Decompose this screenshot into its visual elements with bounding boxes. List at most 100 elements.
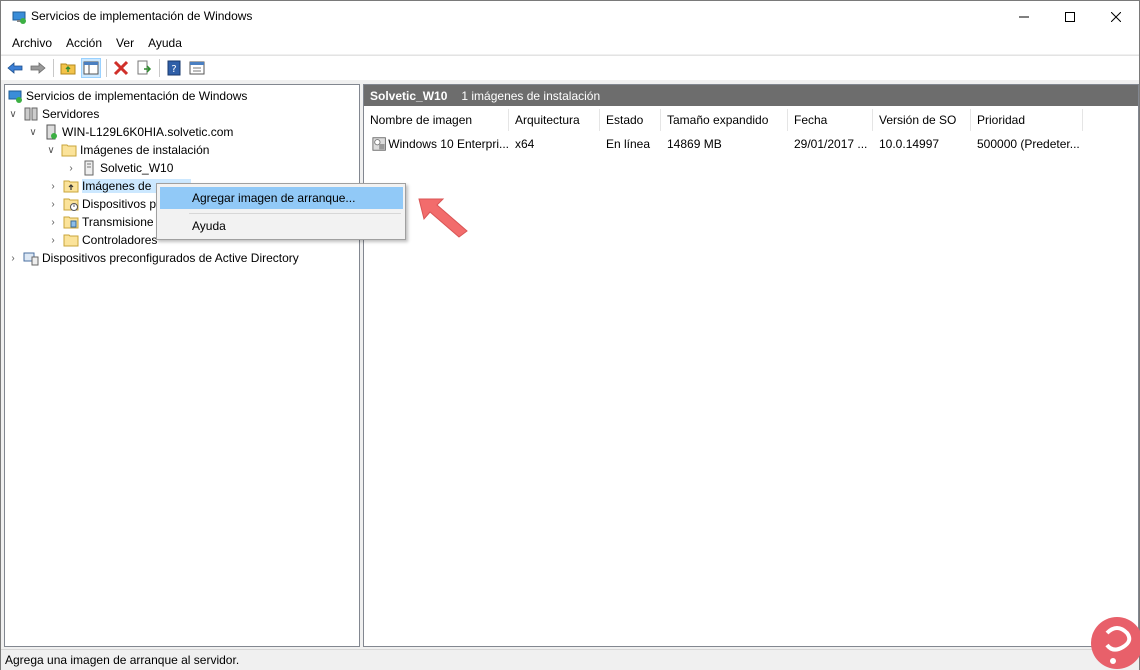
boot-folder-icon [63,180,79,193]
cell-name-text: Windows 10 Enterpri... [388,137,509,151]
results-pane[interactable]: Solvetic_W10 1 imágenes de instalación N… [363,84,1139,647]
svg-text:?: ? [171,64,176,75]
folder-icon [61,144,77,157]
tree-item-label: WIN-L129L6K0HIA.solvetic.com [62,125,234,139]
chevron-right-icon[interactable]: › [47,217,59,228]
context-menu: Agregar imagen de arranque... Ayuda [156,183,406,240]
export-list-icon [137,60,152,75]
menu-separator [189,213,401,214]
results-header: Solvetic_W10 1 imágenes de instalación [364,85,1138,106]
menu-archivo[interactable]: Archivo [5,33,59,53]
menu-accion[interactable]: Acción [59,33,109,53]
console-tree-pane[interactable]: Servicios de implementación de Windows ∨… [4,84,360,647]
install-image-icon [372,137,386,151]
pending-devices-icon [63,198,79,211]
tree-item-label: Imágenes de instalación [80,143,210,157]
tree-item-install-images[interactable]: ∨ Imágenes de instalación [45,141,209,159]
export-button[interactable] [134,58,154,78]
toolbar-separator [159,59,160,77]
cell-date: 29/01/2017 ... [794,137,868,151]
show-tree-button[interactable] [81,58,101,78]
properties-icon [189,61,205,75]
column-header-architecture[interactable]: Arquitectura [509,109,600,131]
multicast-icon [63,216,79,229]
toolbar-separator [53,59,54,77]
window-title: Servicios de implementación de Windows [31,9,253,23]
tree-item-ad-devices[interactable]: › Dispositivos preconfigurados de Active… [7,249,299,267]
delete-button[interactable] [111,58,131,78]
chevron-right-icon[interactable]: › [47,235,59,246]
results-count: 1 imágenes de instalación [461,88,601,103]
help-icon: ? [167,60,181,76]
console-tree-icon [83,61,99,75]
column-header-priority[interactable]: Prioridad [971,109,1083,131]
column-header-name[interactable]: Nombre de imagen [364,109,509,131]
column-header-date[interactable]: Fecha [788,109,873,131]
tree-item-label: Transmisione [82,215,154,229]
tree-item-multicast[interactable]: › Transmisione [47,213,154,231]
annotation-arrow-icon [418,198,468,238]
cell-architecture: x64 [515,137,535,151]
maximize-button[interactable] [1047,1,1093,32]
cell-name: Windows 10 Enterpri... [366,135,509,153]
tree-item-root[interactable]: Servicios de implementación de Windows [7,87,247,105]
servers-icon [24,107,38,121]
up-folder-button[interactable] [58,58,78,78]
forward-button[interactable] [28,58,48,78]
help-button[interactable]: ? [164,58,184,78]
column-header-os-version[interactable]: Versión de SO [873,109,971,131]
column-header-size[interactable]: Tamaño expandido [661,109,788,131]
cell-status: En línea [606,137,651,151]
delete-x-icon [113,60,129,76]
tree-item-pending-devices[interactable]: › Dispositivos p [47,195,156,213]
column-header-status[interactable]: Estado [600,109,661,131]
forward-arrow-icon [30,62,46,74]
server-icon [46,124,57,140]
properties-button[interactable] [187,58,207,78]
back-button[interactable] [5,58,25,78]
tree-item-servers[interactable]: ∨ Servidores [7,105,99,123]
tree-item-label: Controladores [82,233,158,247]
chevron-down-icon[interactable]: ∨ [27,127,39,138]
minimize-button[interactable] [1001,1,1047,32]
toolbar-separator [106,59,107,77]
chevron-right-icon[interactable]: › [47,181,59,192]
status-text: Agrega una imagen de arranque al servido… [5,653,240,667]
chevron-right-icon[interactable]: › [65,163,77,174]
wds-app-icon [12,11,26,24]
tree-item-label: Dispositivos preconfigurados de Active D… [42,251,299,265]
close-icon [1111,11,1121,22]
ad-devices-icon [23,252,39,266]
folder-icon [63,234,79,247]
folder-up-icon [60,63,76,75]
tree-item-solvetic-w10[interactable]: › Solvetic_W10 [65,159,173,177]
menu-bar: Archivo Acción Ver Ayuda [1,32,1139,54]
image-group-icon [84,160,94,176]
chevron-right-icon[interactable]: › [7,253,19,264]
tree-item-label: Servidores [42,107,100,121]
maximize-icon [1065,11,1075,22]
title-bar: Servicios de implementación de Windows [1,1,1139,32]
status-bar: Agrega una imagen de arranque al servido… [1,649,1139,670]
chevron-right-icon[interactable]: › [47,199,59,210]
menu-ayuda[interactable]: Ayuda [141,33,189,53]
results-group-name: Solvetic_W10 [370,88,448,103]
chevron-down-icon[interactable]: ∨ [45,145,57,156]
wds-root-icon [8,90,22,103]
cell-priority: 500000 (Predeter... [977,137,1080,151]
minimize-icon [1019,16,1029,17]
tree-item-label: Dispositivos p [82,197,157,211]
cell-os-version: 10.0.14997 [879,137,940,151]
tree-item-label: Servicios de implementación de Windows [26,89,248,103]
menu-item-add-boot-image[interactable]: Agregar imagen de arranque... [160,187,403,209]
tree-item-drivers[interactable]: › Controladores [47,231,157,249]
tree-item-server[interactable]: ∨ WIN-L129L6K0HIA.solvetic.com [27,123,233,141]
chevron-down-icon[interactable]: ∨ [7,109,19,120]
app-window: Servicios de implementación de Windows A… [0,0,1140,670]
tree-item-label: Solvetic_W10 [100,161,174,175]
close-button[interactable] [1093,1,1139,32]
menu-ver[interactable]: Ver [109,33,141,53]
watermark-logo-icon [1091,617,1140,669]
toolbar: ? [1,55,1139,80]
menu-item-help[interactable]: Ayuda [160,215,403,237]
